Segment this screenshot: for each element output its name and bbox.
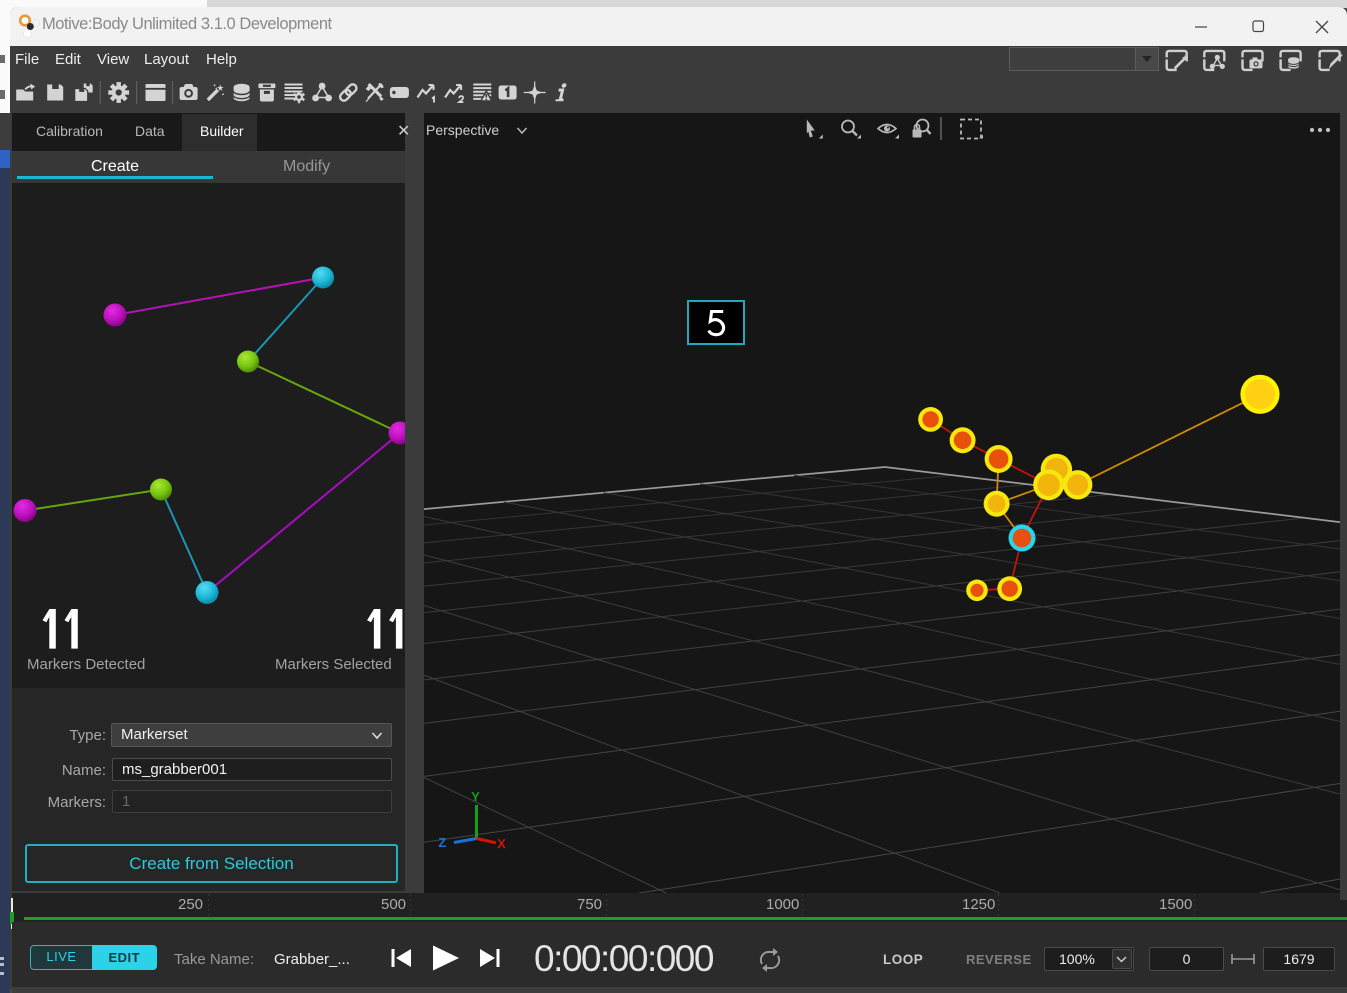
svg-text:Y: Y (471, 789, 480, 804)
svg-text:Z: Z (438, 835, 446, 850)
svg-text:X: X (497, 836, 506, 851)
